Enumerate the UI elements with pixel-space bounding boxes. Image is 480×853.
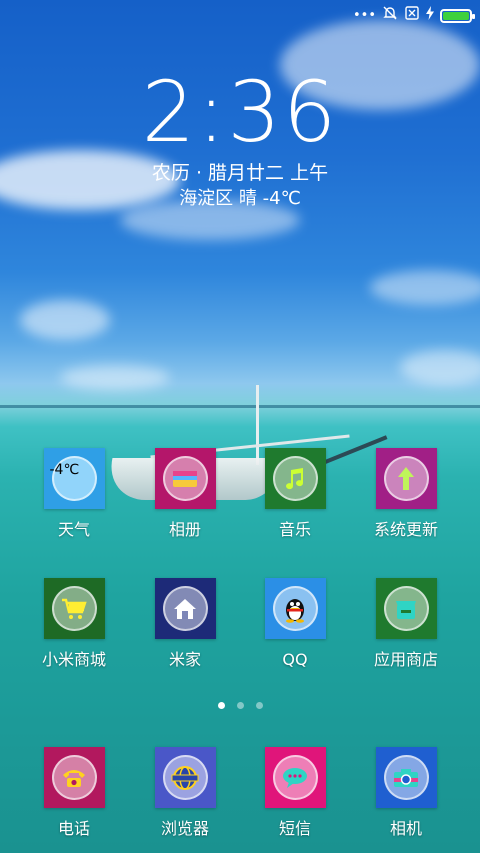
app-gallery[interactable]: 相册	[130, 448, 240, 540]
qq-icon-circle	[272, 586, 318, 631]
app-label-camera: 相机	[389, 819, 422, 838]
system-update-icon	[375, 448, 437, 509]
weather-summary: 海淀区 晴 -4℃	[179, 188, 301, 209]
camera-icon	[375, 747, 437, 808]
app-music[interactable]: 音乐	[240, 448, 350, 540]
app-store-icon-circle	[383, 586, 429, 631]
gallery-icon-circle	[162, 456, 208, 501]
app-label-music: 音乐	[278, 520, 311, 539]
weather-icon: -4℃	[43, 448, 105, 509]
home-icon	[154, 578, 216, 639]
phone-icon-circle	[51, 755, 97, 800]
app-phone[interactable]: 电话	[19, 747, 129, 839]
music-note-icon	[264, 448, 326, 509]
app-messages[interactable]: 短信	[240, 747, 350, 839]
browser-globe-icon	[154, 747, 216, 808]
app-label-qq: QQ	[282, 650, 308, 669]
app-label-gallery: 相册	[168, 520, 201, 539]
app-label-mi-store: 小米商城	[41, 650, 106, 669]
app-mi-home[interactable]: 米家	[130, 578, 240, 670]
app-label-phone: 电话	[57, 819, 90, 838]
camera-icon-circle	[383, 755, 429, 800]
alarm-off-icon	[382, 5, 398, 26]
weather-icon-circle: -4℃	[49, 456, 97, 501]
page-dot-2[interactable]	[236, 702, 244, 709]
lunar-date: 农历 · 腊月廿二 上午	[151, 162, 329, 184]
no-sim-icon	[404, 5, 420, 26]
charging-bolt-icon	[426, 6, 434, 25]
clock-time: 2:36	[141, 63, 339, 161]
status-bar: •••	[0, 0, 480, 28]
message-icon-circle	[272, 755, 318, 800]
page-dot-1[interactable]	[217, 702, 225, 709]
more-dots-icon: •••	[352, 7, 376, 23]
message-icon	[264, 747, 326, 808]
phone-icon	[43, 747, 105, 808]
app-label-messages: 短信	[278, 819, 311, 838]
page-dot-3[interactable]	[255, 702, 263, 709]
home-icon-circle	[162, 586, 208, 631]
cloud	[20, 300, 110, 340]
app-qq[interactable]: QQ	[240, 578, 350, 670]
cloud	[60, 365, 170, 390]
qq-penguin-icon	[264, 578, 326, 639]
app-mi-store[interactable]: 小米商城	[19, 578, 129, 670]
app-system-update[interactable]: 系统更新	[351, 448, 461, 540]
gallery-icon	[154, 448, 216, 509]
app-browser[interactable]: 浏览器	[130, 747, 240, 839]
app-label-system-update: 系统更新	[373, 520, 438, 539]
shopping-cart-icon	[43, 578, 105, 639]
app-label-app-store: 应用商店	[373, 650, 438, 669]
horizon	[0, 405, 480, 408]
app-camera[interactable]: 相机	[351, 747, 461, 839]
app-label-weather: 天气	[57, 520, 90, 539]
update-icon-circle	[383, 456, 429, 501]
cart-icon-circle	[51, 586, 97, 631]
lockscreen-clock: 2:36 农历 · 腊月廿二 上午 海淀区 晴 -4℃	[0, 66, 480, 212]
battery-icon	[440, 8, 475, 23]
app-app-store[interactable]: 应用商店	[351, 578, 461, 670]
status-icons: •••	[352, 5, 475, 26]
weather-temp-text: -4℃	[49, 462, 80, 478]
cloud	[400, 350, 480, 385]
page-indicator	[0, 702, 480, 709]
app-store-icon	[375, 578, 437, 639]
battery-fill	[443, 11, 469, 20]
cloud	[370, 270, 480, 305]
music-icon-circle	[272, 456, 318, 501]
app-weather[interactable]: -4℃ 天气	[19, 448, 129, 540]
app-label-browser: 浏览器	[160, 819, 209, 838]
browser-icon-circle	[162, 755, 208, 800]
app-label-mi-home: 米家	[168, 650, 201, 669]
